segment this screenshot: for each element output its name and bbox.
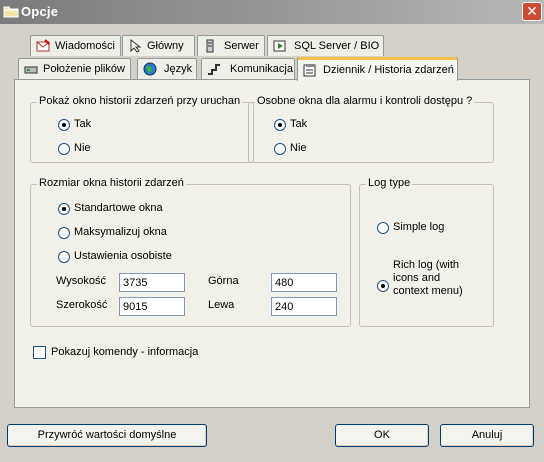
tab-komunikacja[interactable]: Komunikacja — [201, 58, 295, 79]
tab-sql-server[interactable]: SQL Server / BIO — [267, 35, 384, 56]
radio-label: Tak — [290, 118, 308, 130]
tab-label: Położenie plików — [43, 63, 125, 75]
width-label: Szerokość — [56, 299, 108, 311]
restore-defaults-button[interactable]: Przywróć wartości domyślne — [7, 424, 207, 447]
tab-label: Główny — [147, 40, 184, 52]
group-legend: Rozmiar okna historii zdarzeń — [37, 177, 186, 189]
ok-button[interactable]: OK — [335, 424, 429, 447]
group-window-size: Rozmiar okna historii zdarzeń Standartow… — [30, 177, 351, 327]
pointer-icon — [130, 39, 142, 53]
radio-personal-settings[interactable] — [58, 251, 70, 263]
plug-icon — [208, 64, 220, 75]
globe-icon — [143, 62, 157, 76]
tab-panel-dziennik: Pokaż okno historii zdarzeń przy uruchan… — [14, 79, 530, 408]
radio-separate-tak[interactable] — [274, 119, 286, 131]
radio-label: Tak — [74, 118, 92, 130]
tab-label: Komunikacja — [230, 63, 293, 75]
title-bar: Opcje ✕ — [0, 0, 544, 24]
window-title: Opcje — [21, 4, 59, 19]
radio-label: Standartowe okna — [74, 202, 163, 214]
tab-dziennik[interactable]: Dziennik / Historia zdarzeń — [297, 57, 458, 81]
tab-label: Wiadomości — [55, 40, 115, 52]
height-input[interactable] — [119, 273, 185, 292]
sql-server-icon — [273, 40, 286, 52]
close-button[interactable]: ✕ — [522, 2, 542, 21]
folder-icon — [3, 6, 19, 18]
radio-standard-windows[interactable] — [58, 203, 70, 215]
tab-label: Serwer — [224, 40, 259, 52]
tab-wiadomosci[interactable]: Wiadomości — [30, 35, 121, 56]
show-commands-checkbox[interactable] — [33, 346, 46, 359]
radio-show-history-nie[interactable] — [58, 143, 70, 155]
radio-separate-nie[interactable] — [274, 143, 286, 155]
tab-label: SQL Server / BIO — [294, 40, 380, 52]
tab-glowny[interactable]: Główny — [122, 35, 195, 56]
group-log-type: Log type Simple log Rich log (with icons… — [359, 177, 494, 327]
tab-label: Dziennik / Historia zdarzeń — [323, 64, 454, 76]
width-input[interactable] — [119, 297, 185, 316]
radio-rich-log[interactable] — [377, 280, 389, 292]
log-icon — [303, 64, 316, 77]
radio-maximize-windows[interactable] — [58, 227, 70, 239]
left-input[interactable] — [271, 297, 337, 316]
radio-label: Nie — [74, 142, 91, 154]
top-label: Górna — [208, 275, 239, 287]
drive-icon — [24, 66, 38, 74]
cancel-button[interactable]: Anuluj — [440, 424, 534, 447]
radio-simple-log[interactable] — [377, 222, 389, 234]
radio-label: Maksymalizuj okna — [74, 226, 167, 238]
tab-serwer[interactable]: Serwer — [197, 35, 265, 56]
height-label: Wysokość — [56, 275, 107, 287]
tab-label: Język — [164, 63, 193, 75]
tab-jezyk[interactable]: Język — [137, 58, 197, 79]
close-icon: ✕ — [526, 3, 538, 19]
group-separate-windows: Osobne okna dla alarmu i kontroli dostęp… — [248, 95, 494, 163]
show-commands-label: Pokazuj komendy - informacja — [51, 346, 199, 358]
radio-show-history-tak[interactable] — [58, 119, 70, 131]
left-label: Lewa — [208, 299, 235, 311]
group-legend: Pokaż okno historii zdarzeń przy uruchan — [37, 95, 243, 107]
group-legend: Osobne okna dla alarmu i kontroli dostęp… — [255, 95, 475, 107]
group-legend: Log type — [366, 177, 413, 189]
radio-label: Simple log — [393, 221, 445, 233]
server-icon — [206, 39, 214, 53]
group-show-history: Pokaż okno historii zdarzeń przy uruchan… — [30, 95, 254, 163]
top-input[interactable] — [271, 273, 337, 292]
letter-icon — [36, 39, 50, 52]
tab-polozenie-plikow[interactable]: Położenie plików — [18, 58, 131, 79]
radio-label: Rich log (with icons and context menu) — [393, 259, 463, 297]
radio-label: Ustawienia osobiste — [74, 250, 172, 262]
radio-label: Nie — [290, 142, 307, 154]
